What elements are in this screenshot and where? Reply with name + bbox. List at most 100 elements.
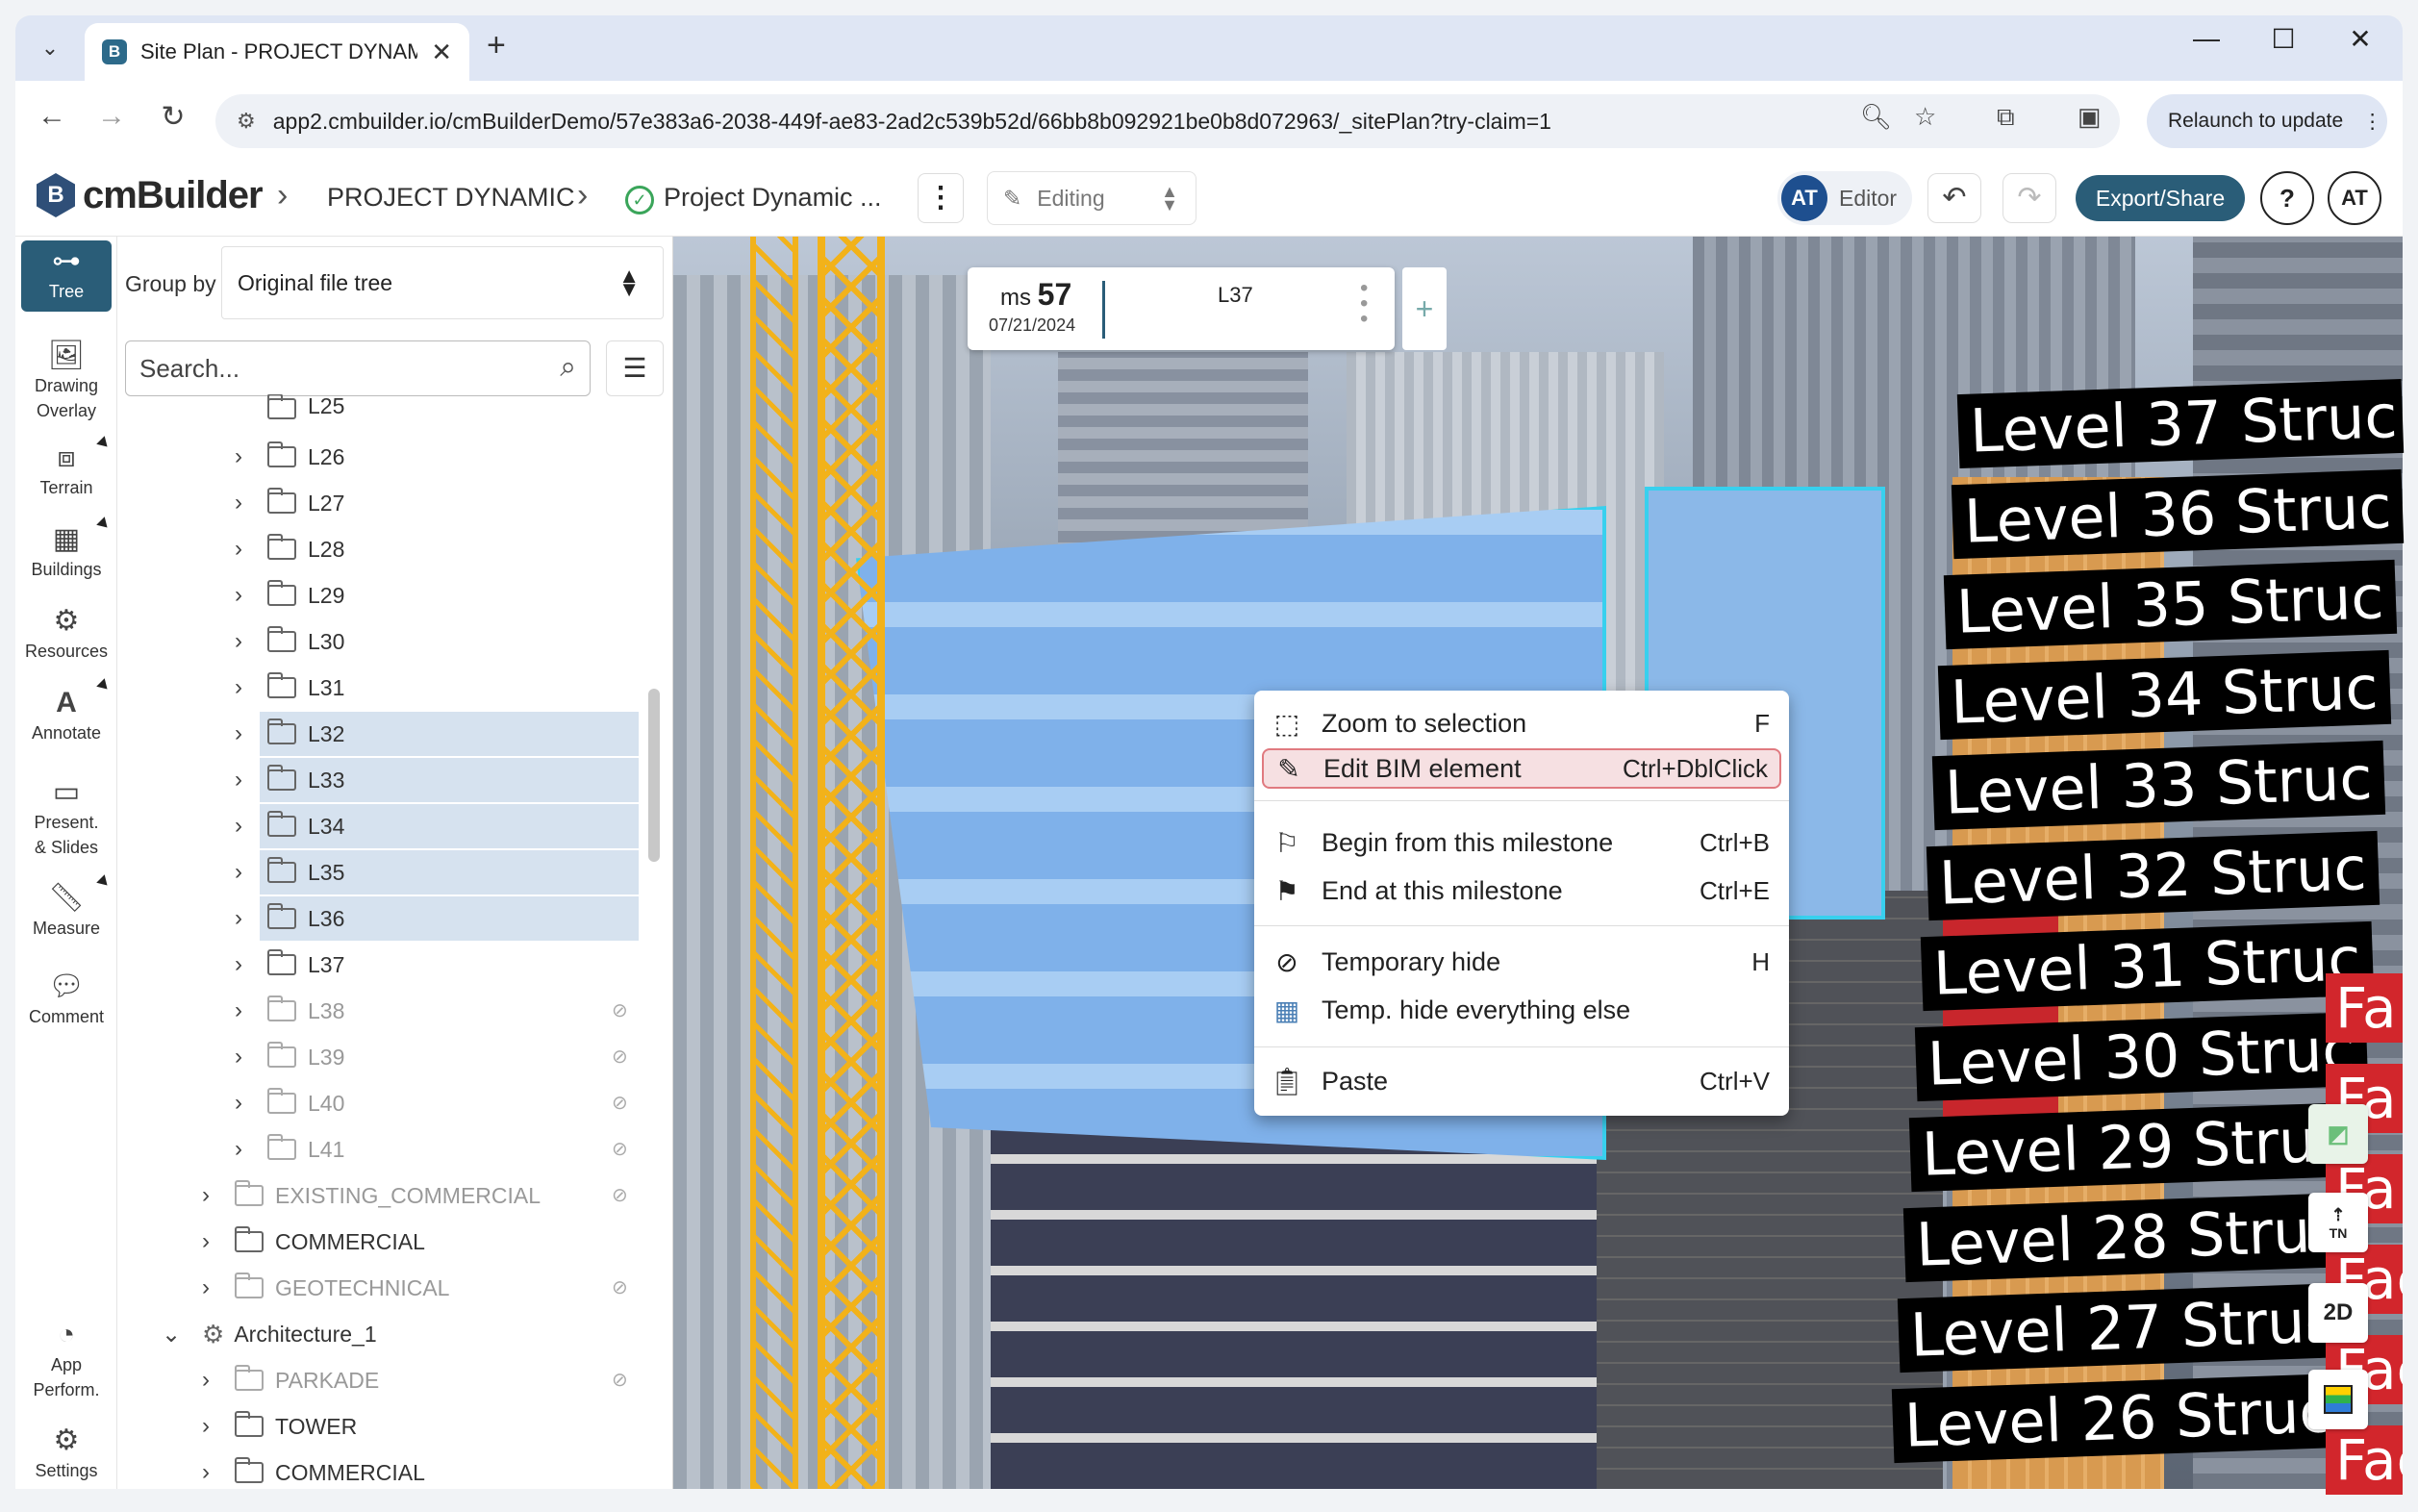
new-tab-button[interactable]: + <box>487 27 506 64</box>
chevron-right-icon[interactable]: › <box>229 536 248 563</box>
extensions-icon[interactable]: ⧉ <box>1997 102 2015 133</box>
chevron-right-icon[interactable]: › <box>229 490 248 517</box>
tree-row[interactable]: › L28 <box>235 527 639 571</box>
rail-item-drawing-overlay[interactable]: 🖼︎ Drawing Overlay <box>15 339 117 423</box>
breadcrumb-project[interactable]: PROJECT DYNAMIC <box>327 183 575 213</box>
eye-off-icon[interactable]: ⊘ <box>612 1045 628 1069</box>
chevron-right-icon[interactable]: › <box>229 859 248 886</box>
chevron-right-icon[interactable]: › <box>196 1413 215 1440</box>
search-input[interactable]: Search... ⌕ <box>125 340 591 396</box>
chevron-right-icon[interactable]: › <box>196 1367 215 1394</box>
chevron-right-icon[interactable]: › <box>229 582 248 609</box>
tree-row[interactable]: › L33 <box>235 758 639 802</box>
tree-row[interactable]: › L34 <box>235 804 639 848</box>
help-button[interactable]: ? <box>2260 171 2314 225</box>
tree-row[interactable]: › TOWER <box>202 1404 639 1449</box>
menu-item-begin-from-milestone[interactable]: ⚐ Begin from this milestone Ctrl+B <box>1262 819 1781 866</box>
chevron-right-icon[interactable]: › <box>229 674 248 701</box>
filter-sort-button[interactable]: ☰ <box>606 340 664 396</box>
tree-row[interactable]: ›L25 <box>260 394 639 419</box>
tree-row[interactable]: › L35 <box>235 850 639 895</box>
tree-row[interactable]: › L37 <box>235 943 639 987</box>
tree-row[interactable]: › L27 <box>235 481 639 525</box>
rail-item-annotate[interactable]: A Annotate <box>15 686 117 745</box>
site-info-icon[interactable]: ⚙ <box>237 109 256 134</box>
redo-button[interactable]: ↷ <box>2002 173 2056 223</box>
chevron-right-icon[interactable]: › <box>196 1228 215 1255</box>
tree-row[interactable]: › COMMERCIAL <box>202 1450 639 1495</box>
chevron-right-icon[interactable]: › <box>229 813 248 840</box>
chevron-right-icon[interactable]: › <box>229 1044 248 1071</box>
eye-off-icon[interactable]: ⊘ <box>612 1275 628 1299</box>
tree-row[interactable]: › L39 <box>235 1035 639 1079</box>
rail-item-measure[interactable]: 📏︎ Measure <box>15 881 117 941</box>
layers-button[interactable] <box>2308 1370 2368 1429</box>
menu-item-edit-bim-element[interactable]: ✎ Edit BIM element Ctrl+DblClick <box>1262 748 1781 789</box>
tree-row[interactable]: › L40 <box>235 1081 639 1125</box>
tree-row[interactable]: › L36 <box>235 896 639 941</box>
reload-button[interactable]: ↻ <box>152 100 194 134</box>
rail-item-tree[interactable]: ⊶ Tree <box>21 240 112 312</box>
rail-item-comment[interactable]: 💬︎ Comment <box>15 970 117 1029</box>
search-icon[interactable]: ⌕ <box>560 351 576 384</box>
chevron-right-icon[interactable]: › <box>229 1136 248 1163</box>
menu-item-zoom-to-selection[interactable]: ⬚ Zoom to selection F <box>1262 700 1781 746</box>
add-milestone-button[interactable]: + <box>1402 267 1447 350</box>
tab-search-dropdown[interactable]: ⌄ <box>31 29 69 67</box>
menu-item-end-at-milestone[interactable]: ⚑ End at this milestone Ctrl+E <box>1262 868 1781 914</box>
tree-scrollbar[interactable] <box>648 689 660 862</box>
menu-item-temporary-hide[interactable]: ⊘ Temporary hide H <box>1262 939 1781 985</box>
chevron-down-icon[interactable]: ⌄ <box>162 1321 181 1348</box>
tree-row[interactable]: › L31 <box>235 666 639 710</box>
undo-button[interactable]: ↶ <box>1927 173 1981 223</box>
eye-off-icon[interactable]: ⊘ <box>612 1137 628 1161</box>
chevron-right-icon[interactable]: › <box>229 997 248 1024</box>
view-mode-2d-button[interactable]: 2D <box>2308 1283 2368 1343</box>
cmbuilder-logo[interactable]: B cmBuilder <box>37 173 264 217</box>
group-by-select[interactable]: Original file tree ▲ ▼ <box>221 246 664 319</box>
relaunch-to-update-button[interactable]: Relaunch to update ⋮ <box>2147 94 2387 148</box>
forward-button[interactable]: → <box>90 100 133 133</box>
tree-row[interactable]: ⌄ ⚙ Architecture_1 <box>162 1312 639 1356</box>
menu-item-paste[interactable]: 📋︎ Paste Ctrl+V <box>1262 1058 1781 1104</box>
mode-select[interactable]: ✎ Editing ▲ ▼ <box>987 171 1196 225</box>
eye-off-icon[interactable]: ⊘ <box>612 1183 628 1207</box>
maximize-icon[interactable]: ☐ <box>2262 23 2305 55</box>
eye-off-icon[interactable]: ⊘ <box>612 998 628 1022</box>
plan-options-button[interactable]: ⋮ <box>918 173 964 223</box>
rail-item-resources[interactable]: ⚙ Resources <box>15 604 117 664</box>
chevron-right-icon[interactable]: › <box>229 951 248 978</box>
chevron-right-icon[interactable]: › <box>229 767 248 794</box>
rail-item-settings[interactable]: ⚙ Settings <box>15 1424 117 1483</box>
close-window-icon[interactable]: ✕ <box>2339 23 2381 55</box>
profile-extension-icon[interactable]: ▣ <box>2078 102 2102 132</box>
chevron-right-icon[interactable]: › <box>229 905 248 932</box>
minimize-icon[interactable]: — <box>2185 23 2228 54</box>
north-compass-button[interactable]: ⇡ TN <box>2308 1193 2368 1252</box>
tree-row[interactable]: › EXISTING_COMMERCIAL <box>202 1173 639 1218</box>
chevron-right-icon[interactable]: › <box>229 443 248 470</box>
tree-row[interactable]: › PARKADE <box>202 1358 639 1402</box>
chevron-right-icon[interactable]: › <box>196 1274 215 1301</box>
role-pill[interactable]: AT Editor <box>1777 171 1912 225</box>
eye-off-icon[interactable]: ⊘ <box>612 1091 628 1115</box>
milestone-card[interactable]: ms 57 07/21/2024 L37 • • • <box>968 267 1395 350</box>
chevron-right-icon[interactable]: › <box>229 1090 248 1117</box>
eye-off-icon[interactable]: ⊘ <box>612 1368 628 1392</box>
tree-row[interactable]: › L26 <box>235 435 639 479</box>
bookmark-star-icon[interactable]: ☆ <box>1914 102 1936 132</box>
zoom-icon[interactable]: 🔍︎ <box>1860 102 1892 132</box>
rail-item-present-slides[interactable]: ▭ Present. & Slides <box>15 775 117 860</box>
menu-item-hide-everything-else[interactable]: ▦ Temp. hide everything else <box>1262 987 1781 1033</box>
export-share-button[interactable]: Export/Share <box>2076 175 2245 221</box>
tree-row[interactable]: › GEOTECHNICAL <box>202 1266 639 1310</box>
tree-row[interactable]: › L41 <box>235 1127 639 1172</box>
basemap-toggle-button[interactable]: ◩ <box>2308 1104 2368 1164</box>
chevron-right-icon[interactable]: › <box>229 720 248 747</box>
browser-tab[interactable]: B Site Plan - PROJECT DYNAMIC ✕ <box>85 23 469 81</box>
tree-row[interactable]: › L29 <box>235 573 639 617</box>
chevron-right-icon[interactable]: › <box>196 1459 215 1486</box>
tree-row[interactable]: › L32 <box>235 712 639 756</box>
breadcrumb-plan[interactable]: Project Dynamic ... <box>664 183 882 213</box>
milestone-options-icon[interactable]: • • • <box>1360 277 1368 331</box>
